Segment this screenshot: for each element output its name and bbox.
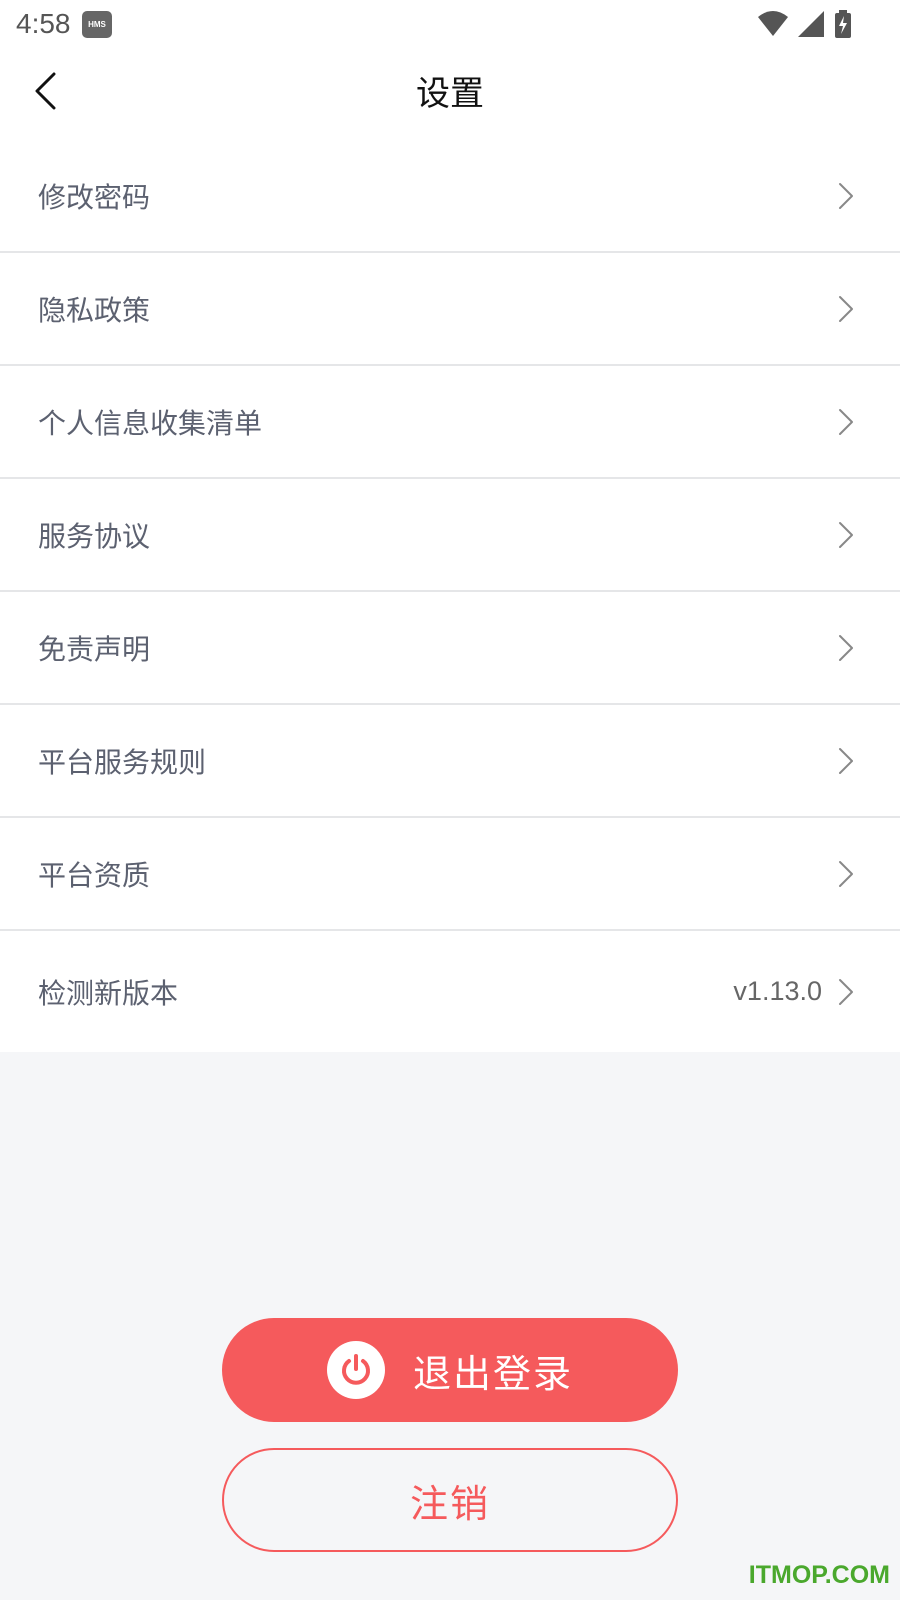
menu-item-label: 个人信息收集清单 (38, 406, 263, 440)
wifi-icon (758, 11, 788, 36)
chevron-right-icon (839, 634, 853, 661)
watermark: ITMOP.COM (748, 1561, 890, 1589)
power-icon (326, 1341, 385, 1399)
menu-item-label: 隐私政策 (38, 293, 151, 327)
logout-label: 退出登录 (412, 1351, 573, 1396)
deregister-label: 注销 (409, 1481, 490, 1526)
nav-bar: 设置 (0, 50, 900, 140)
deregister-button[interactable]: 注销 (222, 1448, 678, 1552)
status-icons (758, 10, 852, 38)
menu-item-personal-info-list[interactable]: 个人信息收集清单 (0, 366, 900, 479)
version-value: v1.13.0 (733, 976, 822, 1006)
menu-item-label: 平台资质 (38, 858, 151, 892)
logout-button[interactable]: 退出登录 (222, 1318, 678, 1422)
page-title: 设置 (416, 74, 484, 114)
chevron-right-icon (839, 295, 853, 322)
chevron-right-icon (839, 978, 853, 1005)
menu-item-platform-rules[interactable]: 平台服务规则 (0, 705, 900, 818)
menu-item-label: 服务协议 (38, 519, 151, 553)
settings-menu: 修改密码 隐私政策 个人信息收集清单 服务协议 免责声明 平台服务规则 平台资质… (0, 140, 900, 1052)
chevron-right-icon (839, 860, 853, 887)
hms-badge: HMS (82, 11, 112, 38)
chevron-right-icon (839, 521, 853, 548)
menu-item-disclaimer[interactable]: 免责声明 (0, 592, 900, 705)
chevron-right-icon (839, 747, 853, 774)
chevron-right-icon (839, 182, 853, 209)
battery-charging-icon (835, 10, 851, 38)
menu-item-platform-qualification[interactable]: 平台资质 (0, 818, 900, 931)
menu-item-privacy-policy[interactable]: 隐私政策 (0, 253, 900, 366)
menu-item-label: 修改密码 (38, 180, 151, 214)
menu-item-label: 免责声明 (38, 632, 151, 666)
signal-icon (798, 11, 824, 37)
menu-item-label: 检测新版本 (38, 976, 179, 1010)
menu-item-change-password[interactable]: 修改密码 (0, 140, 900, 253)
status-bar: 4:58 HMS (0, 0, 900, 50)
chevron-right-icon (839, 408, 853, 435)
menu-item-label: 平台服务规则 (38, 745, 207, 779)
menu-item-service-agreement[interactable]: 服务协议 (0, 479, 900, 592)
status-time: 4:58 (16, 8, 71, 39)
menu-item-check-version[interactable]: 检测新版本 v1.13.0 (0, 931, 900, 1052)
